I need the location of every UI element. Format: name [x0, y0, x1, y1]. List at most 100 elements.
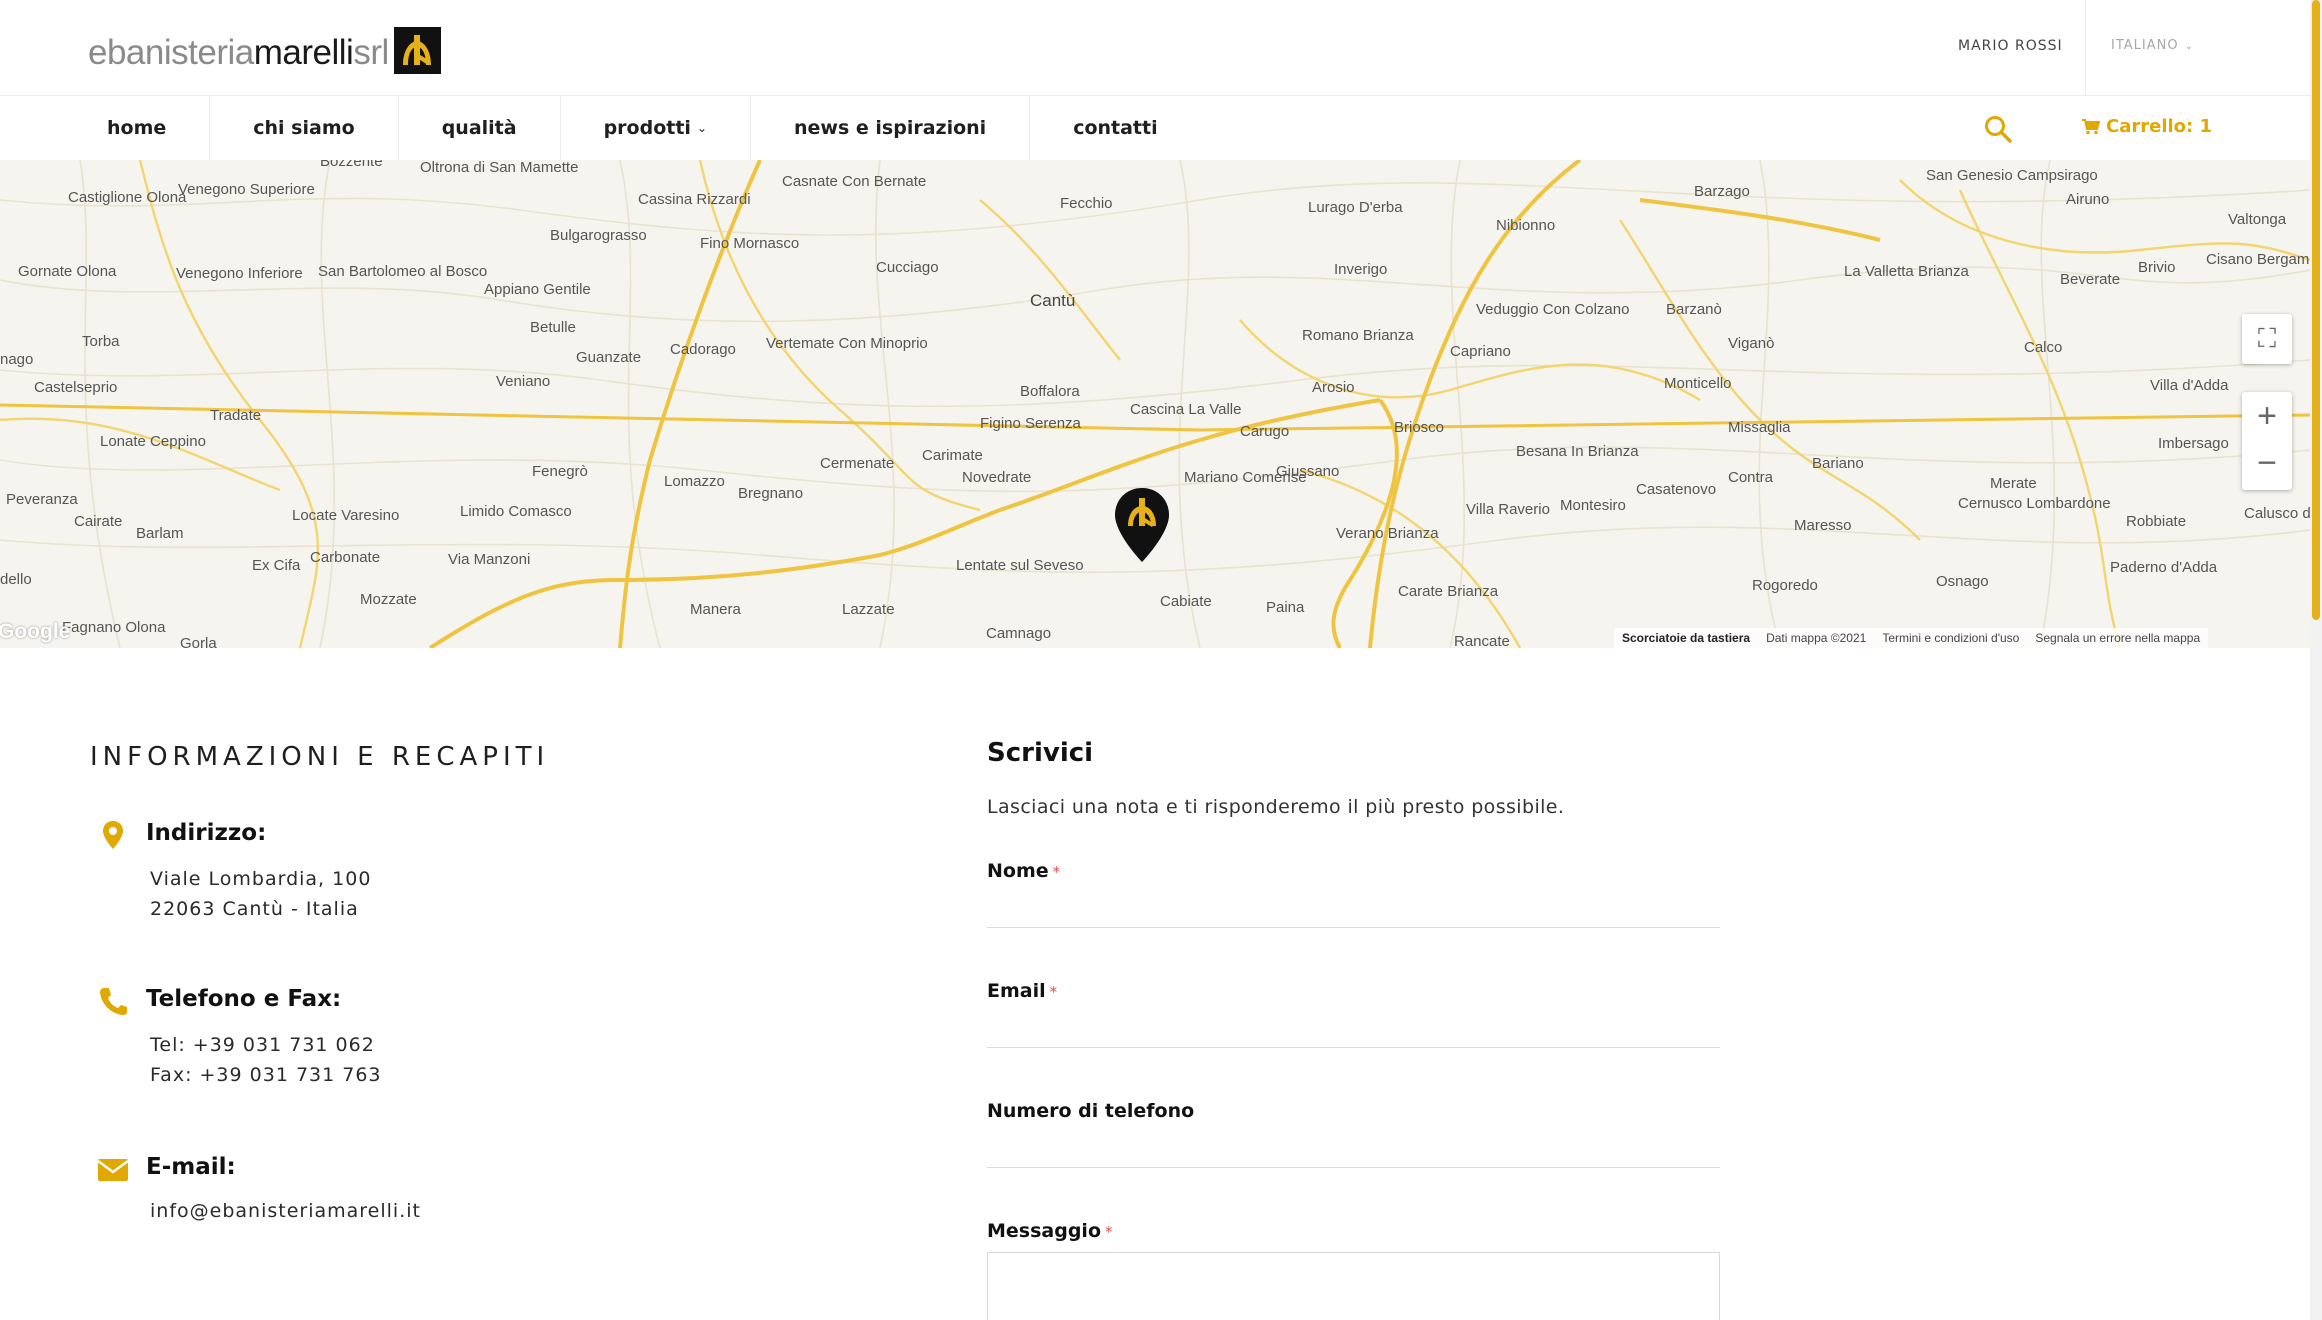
user-account-link[interactable]: MARIO ROSSI — [1958, 38, 2063, 54]
chevron-down-icon: ⌄ — [2184, 41, 2194, 52]
map-label: Nibionno — [1496, 217, 1556, 234]
language-label: ITALIANO — [2111, 38, 2179, 53]
page-scrollbar[interactable] — [2310, 0, 2322, 1320]
map-label: Cucciago — [876, 259, 939, 276]
phone-field[interactable] — [987, 1132, 1720, 1168]
map-label: Rancate — [1454, 633, 1510, 648]
nav-item-news[interactable]: news e ispirazioni — [751, 96, 1031, 160]
map-label: Boffalora — [1020, 383, 1080, 400]
nav-item-prodotti[interactable]: prodotti ⌄ — [561, 96, 751, 160]
language-selector[interactable]: ITALIANO ⌄ — [2111, 38, 2194, 53]
map-label: Bariano — [1812, 455, 1864, 472]
map-label: Osnago — [1936, 573, 1989, 590]
map-label: Brivio — [2138, 259, 2176, 276]
map-label: Lonate Ceppino — [100, 433, 206, 450]
location-pin-icon[interactable] — [1112, 486, 1172, 564]
map-label: Barlam — [136, 525, 184, 542]
name-field[interactable] — [987, 892, 1720, 928]
phone-line[interactable]: Tel: +39 031 731 062 — [150, 1034, 375, 1056]
map-label: Gorla — [180, 635, 217, 648]
location-map[interactable]: Bozzente Oltrona di San Mamette Castigli… — [0, 160, 2310, 648]
map-label: Giussano — [1276, 463, 1340, 480]
map-footer: Scorciatoie da tastiera Dati mappa ©2021… — [1614, 628, 2209, 648]
map-label: Bulgarograsso — [550, 227, 647, 244]
map-label: Cairate — [74, 513, 123, 530]
map-label: Betulle — [530, 319, 576, 336]
address-line: 22063 Cantù - Italia — [150, 898, 359, 920]
search-icon[interactable] — [1983, 114, 2013, 144]
map-label: Via Manzoni — [448, 551, 531, 568]
cart-link[interactable]: Carrello: 1 — [2082, 116, 2212, 137]
map-label: Veduggio Con Colzano — [1476, 301, 1630, 318]
terms-link[interactable]: Termini e condizioni d'uso — [1874, 631, 2027, 645]
map-label: La Valletta Brianza — [1844, 263, 1969, 280]
map-label: Veniano — [496, 373, 551, 390]
email-field[interactable] — [987, 1012, 1720, 1048]
nav-item-home[interactable]: home — [64, 96, 211, 160]
map-label: Ex Cifa — [252, 557, 301, 574]
fullscreen-button[interactable]: ⛶ — [2242, 314, 2292, 364]
map-label: Bregnano — [738, 485, 804, 502]
map-label: Bozzente — [320, 160, 383, 170]
map-label: Villa Raverio — [1466, 501, 1550, 518]
map-label: Cisano Bergamasco — [2206, 251, 2310, 268]
nav-item-qualita[interactable]: qualità — [399, 96, 561, 160]
logo-text: ebanisteriamarellisrl — [88, 33, 389, 72]
top-header: ebanisteriamarellisrl MARIO ROSSI ITALIA… — [0, 0, 2310, 96]
map-label: Missaglia — [1728, 419, 1791, 436]
email-link[interactable]: info@ebanisteriamarelli.it — [150, 1200, 421, 1222]
map-label: Fino Mornasco — [700, 235, 800, 252]
map-label-town: Cantù — [1030, 291, 1076, 310]
map-label: Locate Varesino — [292, 507, 400, 524]
map-label: Lentate sul Seveso — [956, 557, 1084, 574]
form-intro: Lasciaci una nota e ti risponderemo il p… — [987, 796, 1565, 818]
nav-item-label: chi siamo — [253, 117, 355, 139]
map-label: Inverigo — [1334, 261, 1388, 278]
zoom-in-button[interactable]: + — [2257, 392, 2277, 441]
map-label: Fecchio — [1060, 195, 1113, 212]
fullscreen-icon: ⛶ — [2257, 323, 2277, 353]
map-label: Gornate Olona — [18, 263, 117, 280]
nav-item-label: prodotti — [603, 117, 691, 139]
google-logo: Google — [0, 620, 71, 643]
map-label: Figino Serenza — [980, 415, 1081, 432]
map-label: dello — [0, 571, 32, 588]
message-textarea[interactable] — [987, 1252, 1720, 1320]
phone-icon — [100, 988, 127, 1015]
scrollbar-thumb[interactable] — [2312, 0, 2320, 620]
message-label: Messaggio * — [987, 1220, 1113, 1242]
zoom-out-button[interactable]: − — [2257, 441, 2277, 490]
map-label: Vertemate Con Minoprio — [766, 335, 928, 352]
map-label: Cascina La Valle — [1130, 401, 1242, 418]
map-label: Manera — [690, 601, 741, 618]
site-logo[interactable]: ebanisteriamarellisrl — [88, 24, 441, 74]
map-label: Maresso — [1794, 517, 1852, 534]
map-label: Cabiate — [1160, 593, 1212, 610]
map-label: Novedrate — [962, 469, 1032, 486]
header-divider — [2085, 0, 2086, 96]
address-line: Viale Lombardia, 100 — [150, 868, 372, 890]
map-label: San Genesio Campsirago — [1926, 167, 2098, 184]
map-label: Torba — [82, 333, 120, 350]
cart-icon — [2082, 118, 2100, 134]
chevron-down-icon: ⌄ — [696, 121, 707, 135]
map-label: Tradate — [210, 407, 262, 424]
map-label: Cermenate — [820, 455, 895, 472]
nav-item-label: news e ispirazioni — [794, 117, 987, 139]
phone-heading: Telefono e Fax: — [146, 986, 342, 1012]
keyboard-shortcuts-link[interactable]: Scorciatoie da tastiera — [1614, 631, 1758, 645]
contact-info-title: INFORMAZIONI E RECAPITI — [90, 742, 550, 772]
report-error-link[interactable]: Segnala un errore nella mappa — [2027, 631, 2208, 645]
map-marker-icon — [103, 821, 123, 849]
nav-item-contatti[interactable]: contatti — [1030, 96, 1200, 160]
map-label: Briosco — [1394, 419, 1445, 436]
map-label: Fenegrò — [532, 463, 588, 480]
map-label: Romano Brianza — [1302, 327, 1414, 344]
nav-item-chi-siamo[interactable]: chi siamo — [210, 96, 399, 160]
email-heading: E-mail: — [146, 1154, 236, 1180]
map-label: Oltrona di San Mamette — [420, 160, 579, 176]
map-label: Robbiate — [2126, 513, 2187, 530]
map-label: Cassina Rizzardi — [638, 191, 751, 208]
map-label: Paina — [1266, 599, 1305, 616]
map-label: Lurago D'erba — [1308, 199, 1403, 216]
